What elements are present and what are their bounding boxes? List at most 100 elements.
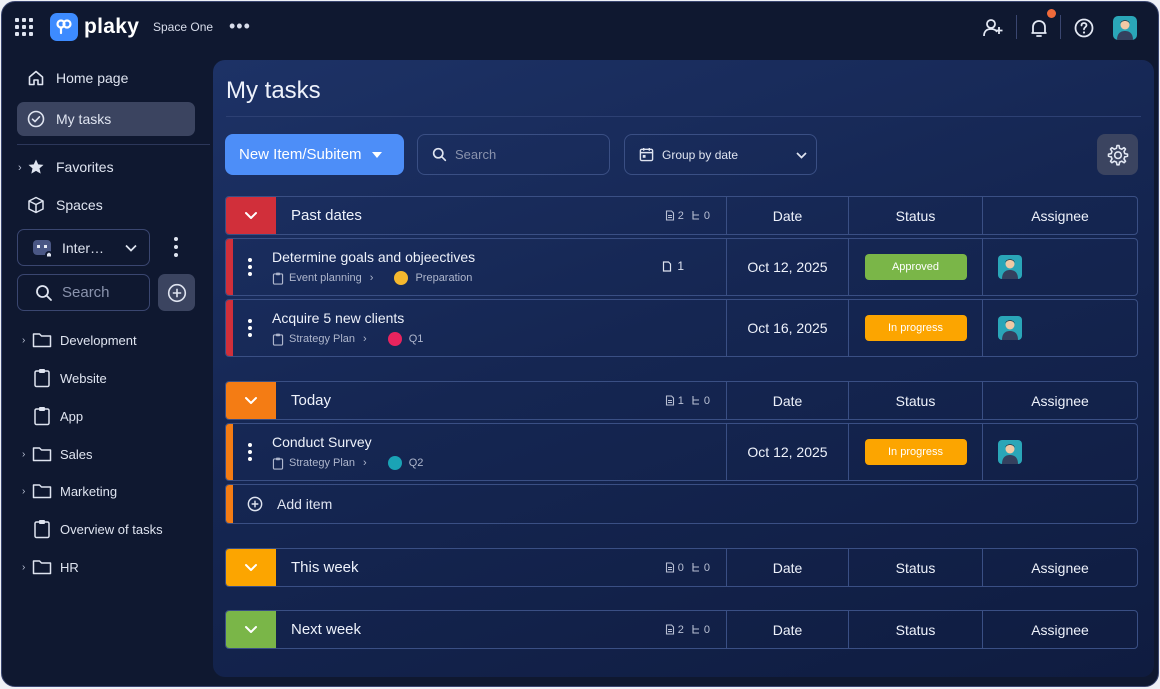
task-status-cell[interactable]: In progress — [848, 300, 982, 356]
row-options-icon[interactable] — [246, 257, 254, 277]
column-header-status[interactable]: Status — [848, 382, 982, 419]
sidebar-item-label: My tasks — [56, 111, 112, 127]
column-header-assignee[interactable]: Assignee — [982, 611, 1137, 648]
task-group-name[interactable]: Q2 — [409, 457, 424, 469]
chevron-right-icon[interactable]: › — [22, 562, 32, 573]
sidebar-tree-label: HR — [60, 559, 79, 575]
group-collapse-toggle[interactable] — [226, 382, 276, 419]
sidebar-tree-item[interactable]: Website — [22, 367, 107, 389]
task-row[interactable]: Conduct Survey Strategy Plan › Q2 Oct 12, 20… — [225, 423, 1138, 481]
status-badge[interactable]: Approved — [864, 254, 967, 280]
task-group-name[interactable]: Preparation — [415, 272, 472, 284]
assignee-avatar[interactable] — [998, 255, 1022, 279]
column-header-status[interactable]: Status — [848, 197, 982, 234]
group-by-label: Group by date — [662, 147, 739, 162]
sidebar-item-my-tasks[interactable]: My tasks — [17, 102, 195, 136]
column-header-date[interactable]: Date — [726, 197, 848, 234]
task-title[interactable]: Acquire 5 new clients — [272, 310, 423, 326]
row-options-icon[interactable] — [246, 442, 254, 462]
task-assignee-cell[interactable] — [982, 424, 1137, 480]
board-name[interactable]: Strategy Plan — [289, 333, 355, 345]
chevron-right-icon[interactable]: › — [22, 449, 32, 460]
board-name[interactable]: Event planning — [289, 272, 362, 284]
board-name[interactable]: Strategy Plan — [289, 457, 355, 469]
space-selector-label: Inter… — [62, 239, 105, 256]
task-group-name[interactable]: Q1 — [409, 333, 424, 345]
add-board-button[interactable] — [158, 274, 195, 311]
add-item-button[interactable]: Add item — [247, 485, 332, 523]
sidebar-item-home[interactable]: Home page — [17, 61, 195, 95]
column-header-date[interactable]: Date — [726, 611, 848, 648]
task-status-cell[interactable]: Approved — [848, 239, 982, 295]
assignee-avatar[interactable] — [998, 440, 1022, 464]
subitems-count: 0 — [703, 561, 710, 574]
space-selector[interactable]: Inter… — [17, 229, 150, 266]
search-input[interactable]: Search — [417, 134, 610, 175]
sidebar-search-input[interactable]: Search — [17, 274, 150, 311]
task-title[interactable]: Conduct Survey — [272, 434, 423, 450]
clipboard-icon — [32, 368, 52, 388]
space-options-icon[interactable] — [172, 236, 180, 258]
task-assignee-cell[interactable] — [982, 300, 1137, 356]
sidebar-tree-item[interactable]: App — [22, 405, 83, 427]
chevron-right-icon[interactable]: › — [22, 486, 32, 497]
add-user-icon[interactable] — [982, 17, 1004, 39]
task-date[interactable]: Oct 12, 2025 — [726, 424, 848, 480]
logo-text: plaky — [84, 15, 140, 38]
space-name[interactable]: Space One — [153, 20, 213, 34]
group-by-select[interactable]: Group by date — [624, 134, 817, 175]
group-collapse-toggle[interactable] — [226, 197, 276, 234]
task-date[interactable]: Oct 12, 2025 — [726, 239, 848, 295]
sidebar-tree-item[interactable]: Overview of tasks — [22, 518, 163, 540]
home-icon — [26, 68, 46, 88]
status-badge[interactable]: In progress — [864, 315, 967, 341]
status-badge[interactable]: In progress — [864, 439, 967, 465]
sidebar-item-spaces[interactable]: Spaces — [17, 188, 195, 222]
subitems-count: 0 — [703, 394, 710, 407]
chevron-right-icon[interactable]: › — [22, 335, 32, 346]
task-title-cell[interactable]: Determine goals and objeectives Event pla… — [226, 239, 726, 295]
column-header-date[interactable]: Date — [726, 549, 848, 586]
logo[interactable]: plaky — [50, 13, 139, 41]
more-options-icon[interactable]: ••• — [229, 16, 251, 37]
column-header-date[interactable]: Date — [726, 382, 848, 419]
task-status-cell[interactable]: In progress — [848, 424, 982, 480]
plaky-logo-icon — [50, 13, 78, 41]
column-header-status[interactable]: Status — [848, 549, 982, 586]
group-title-cell: Today 1 0 — [226, 382, 726, 419]
bell-icon[interactable] — [1028, 17, 1050, 39]
sidebar-item-favorites[interactable]: Favorites — [17, 150, 195, 184]
sidebar-tree-item[interactable]: › Sales — [22, 443, 93, 465]
chevron-down-icon — [244, 625, 258, 634]
sidebar-tree-item[interactable]: › Marketing — [22, 480, 117, 502]
add-item-row[interactable]: Add item — [225, 484, 1138, 524]
task-assignee-cell[interactable] — [982, 239, 1137, 295]
task-title-cell[interactable]: Conduct Survey Strategy Plan › Q2 — [226, 424, 726, 480]
new-item-button[interactable]: New Item/Subitem — [225, 134, 404, 175]
sidebar-tree-item[interactable]: › HR — [22, 556, 79, 578]
group-collapse-toggle[interactable] — [226, 611, 276, 648]
task-title[interactable]: Determine goals and objeectives — [272, 249, 475, 265]
settings-button[interactable] — [1097, 134, 1138, 175]
sidebar-divider — [17, 144, 210, 145]
group-name: Today — [291, 392, 332, 409]
column-header-assignee[interactable]: Assignee — [982, 197, 1137, 234]
row-options-icon[interactable] — [246, 318, 254, 338]
sidebar-item-label: Favorites — [56, 159, 114, 175]
sidebar-tree-item[interactable]: › Development — [22, 329, 137, 351]
help-icon[interactable] — [1073, 17, 1095, 39]
assignee-avatar[interactable] — [998, 316, 1022, 340]
column-header-assignee[interactable]: Assignee — [982, 382, 1137, 419]
column-header-status[interactable]: Status — [848, 611, 982, 648]
task-row[interactable]: Determine goals and objeectives Event pla… — [225, 238, 1138, 296]
subitem-count[interactable]: 1 — [662, 259, 684, 273]
column-header-assignee[interactable]: Assignee — [982, 549, 1137, 586]
user-avatar[interactable] — [1113, 16, 1137, 40]
group-collapse-toggle[interactable] — [226, 549, 276, 586]
task-title-cell[interactable]: Acquire 5 new clients Strategy Plan › Q1 — [226, 300, 726, 356]
apps-grid-icon[interactable] — [15, 18, 33, 36]
items-count: 2 — [677, 209, 684, 222]
task-date[interactable]: Oct 16, 2025 — [726, 300, 848, 356]
add-item-label: Add item — [277, 496, 333, 512]
task-row[interactable]: Acquire 5 new clients Strategy Plan › Q1 Oct… — [225, 299, 1138, 357]
